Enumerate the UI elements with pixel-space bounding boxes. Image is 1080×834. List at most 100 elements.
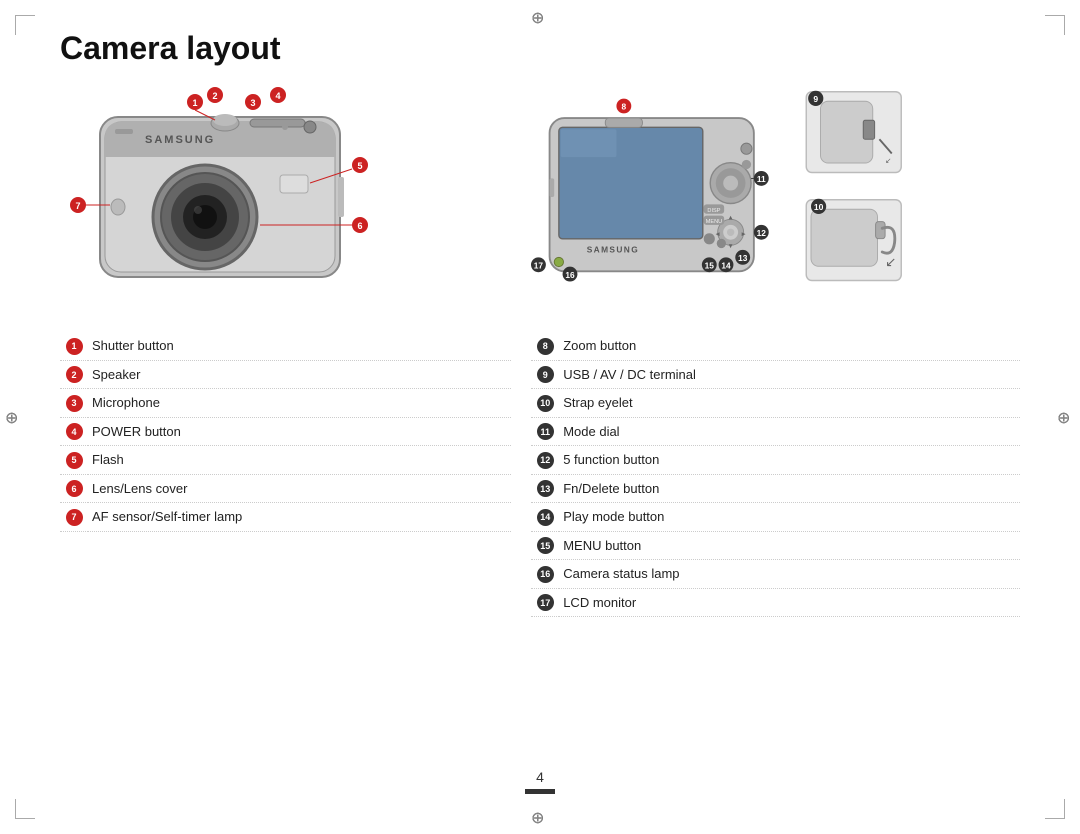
svg-text:3: 3 [250, 98, 255, 108]
part-badge: 14 [537, 509, 554, 526]
svg-text:4: 4 [275, 91, 280, 101]
part-number-cell: 14 [531, 503, 559, 532]
compass-top: ⊕ [531, 8, 549, 26]
svg-text:MENU: MENU [706, 219, 722, 225]
page-title: Camera layout [60, 30, 1020, 67]
strap-eyelet-svg: ↙ 10 [801, 195, 916, 290]
part-number-cell: 9 [531, 360, 559, 389]
corner-mark-bl [15, 799, 35, 819]
left-part-row: 7 AF sensor/Self-timer lamp [60, 503, 511, 532]
part-number-cell: 15 [531, 531, 559, 560]
part-badge: 11 [537, 423, 554, 440]
svg-text:16: 16 [566, 270, 576, 280]
part-number-cell: 2 [60, 360, 88, 389]
part-badge: 5 [66, 452, 83, 469]
compass-left: ⊕ [5, 408, 23, 426]
right-parts-table: 8 Zoom button 9 USB / AV / DC terminal 1… [531, 332, 1020, 617]
svg-text:6: 6 [357, 221, 362, 231]
right-part-row: 16 Camera status lamp [531, 560, 1020, 589]
page-number: 4 [525, 769, 555, 785]
part-label: Play mode button [559, 503, 1020, 532]
svg-text:1: 1 [192, 98, 197, 108]
part-badge: 3 [66, 395, 83, 412]
part-number-cell: 8 [531, 332, 559, 360]
content-area: SAMSUNG [60, 87, 1020, 617]
svg-text:12: 12 [757, 228, 767, 238]
left-parts-list: 1 Shutter button 2 Speaker 3 Microphone … [60, 332, 511, 532]
part-badge: 4 [66, 423, 83, 440]
part-label: AF sensor/Self-timer lamp [88, 503, 511, 532]
svg-text:11: 11 [757, 174, 766, 184]
right-part-row: 12 5 function button [531, 446, 1020, 475]
part-badge: 15 [537, 537, 554, 554]
right-part-row: 15 MENU button [531, 531, 1020, 560]
part-label: Strap eyelet [559, 389, 1020, 418]
part-number-cell: 10 [531, 389, 559, 418]
right-part-row: 17 LCD monitor [531, 588, 1020, 617]
svg-text:◄: ◄ [715, 231, 721, 238]
part-label: Camera status lamp [559, 560, 1020, 589]
back-camera-svg: SAMSUNG ▲ ▼ ◄ ► [531, 87, 791, 307]
part-badge: 8 [537, 338, 554, 355]
strap-eyelet-image: ↙ 10 [801, 195, 921, 295]
part-label: USB / AV / DC terminal [559, 360, 1020, 389]
page-number-bar [525, 789, 555, 794]
svg-text:9: 9 [814, 94, 819, 104]
right-part-row: 8 Zoom button [531, 332, 1020, 360]
corner-mark-tr [1045, 15, 1065, 35]
svg-text:↙: ↙ [885, 254, 896, 269]
usb-terminal-image: ↙ 9 [801, 87, 921, 187]
part-badge: 2 [66, 366, 83, 383]
svg-text:7: 7 [75, 201, 80, 211]
part-badge: 12 [537, 452, 554, 469]
part-label: Fn/Delete button [559, 474, 1020, 503]
part-number-cell: 11 [531, 417, 559, 446]
left-part-row: 4 POWER button [60, 417, 511, 446]
left-parts-table: 1 Shutter button 2 Speaker 3 Microphone … [60, 332, 511, 532]
part-badge: 17 [537, 594, 554, 611]
compass-right: ⊕ [1057, 408, 1075, 426]
part-badge: 1 [66, 338, 83, 355]
svg-text:8: 8 [622, 102, 627, 112]
part-label: Speaker [88, 360, 511, 389]
corner-mark-br [1045, 799, 1065, 819]
left-section: SAMSUNG [60, 87, 511, 617]
part-number-cell: 3 [60, 389, 88, 418]
part-label: POWER button [88, 417, 511, 446]
part-label: Lens/Lens cover [88, 474, 511, 503]
part-number-cell: 1 [60, 332, 88, 360]
page-container: ⊕ ⊕ ⊕ ⊕ Camera layout SAMSUNG [0, 0, 1080, 834]
left-part-row: 3 Microphone [60, 389, 511, 418]
usb-terminal-svg: ↙ 9 [801, 87, 916, 182]
part-label: Flash [88, 446, 511, 475]
part-badge: 6 [66, 480, 83, 497]
left-part-row: 2 Speaker [60, 360, 511, 389]
right-part-row: 14 Play mode button [531, 503, 1020, 532]
left-part-row: 5 Flash [60, 446, 511, 475]
left-part-row: 1 Shutter button [60, 332, 511, 360]
right-part-row: 9 USB / AV / DC terminal [531, 360, 1020, 389]
svg-text:▼: ▼ [728, 243, 734, 250]
part-number-cell: 16 [531, 560, 559, 589]
front-camera-svg: SAMSUNG [60, 87, 380, 307]
part-badge: 16 [537, 566, 554, 583]
part-label: Zoom button [559, 332, 1020, 360]
compass-bottom: ⊕ [531, 808, 549, 826]
svg-text:13: 13 [738, 253, 748, 263]
right-parts-list: 8 Zoom button 9 USB / AV / DC terminal 1… [531, 332, 1020, 617]
svg-text:▲: ▲ [728, 214, 734, 221]
part-number-cell: 7 [60, 503, 88, 532]
page-number-area: 4 [525, 769, 555, 794]
svg-text:↙: ↙ [885, 156, 891, 165]
part-badge: 7 [66, 509, 83, 526]
part-label: Shutter button [88, 332, 511, 360]
svg-text:10: 10 [814, 202, 824, 212]
part-label: 5 function button [559, 446, 1020, 475]
right-part-row: 11 Mode dial [531, 417, 1020, 446]
part-badge: 10 [537, 395, 554, 412]
left-part-row: 6 Lens/Lens cover [60, 474, 511, 503]
part-number-cell: 17 [531, 588, 559, 617]
part-label: MENU button [559, 531, 1020, 560]
part-number-cell: 13 [531, 474, 559, 503]
svg-text:SAMSUNG: SAMSUNG [145, 134, 215, 146]
